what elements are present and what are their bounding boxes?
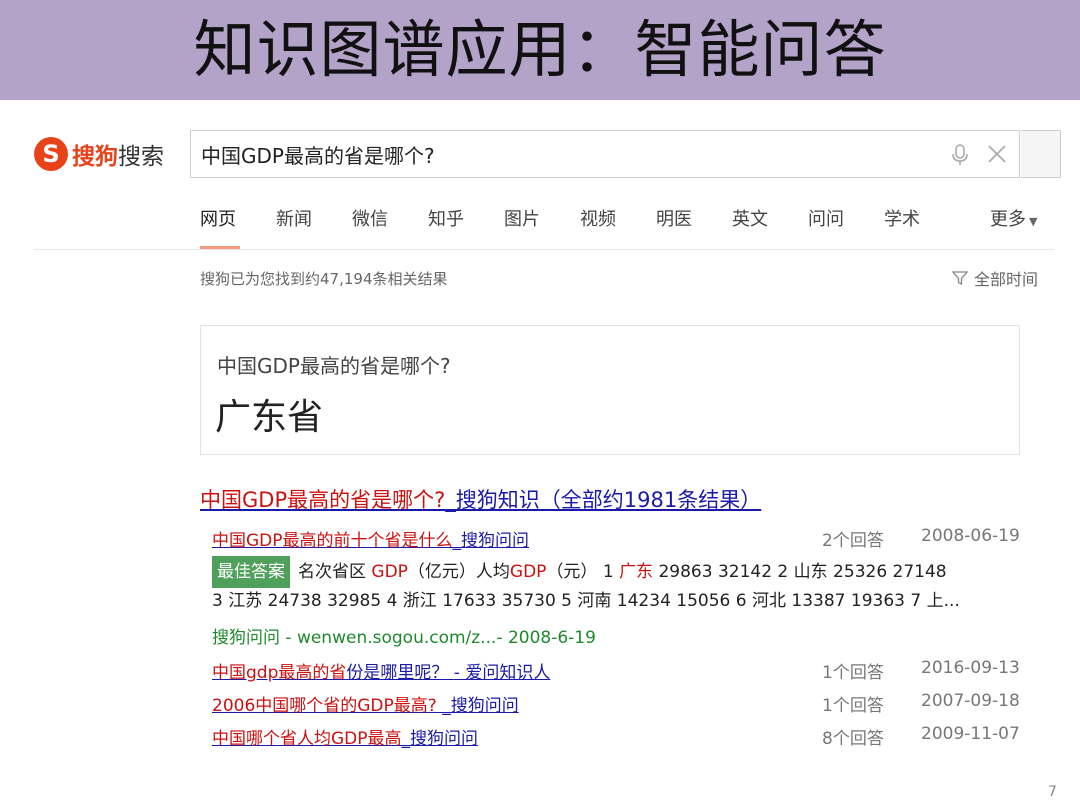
chevron-down-icon: ▼ [1029,215,1038,228]
search-input[interactable] [201,131,931,177]
sub-result-date: 2016-09-13 [921,658,1020,678]
answer-card: 中国GDP最高的省是哪个? 广东省 [200,325,1020,455]
sub-result-3: 2006中国哪个省的GDP最高? _搜狗问问 [212,691,519,716]
sogou-logo-text: 搜狗搜索 [72,144,164,170]
search-tabs: 网页 新闻 微信 知乎 图片 视频 明医 英文 问问 学术 [200,207,960,233]
slide-title: 知识图谱应用：智能问答 [193,13,887,86]
sub-result-link[interactable]: 中国GDP最高的前十个省是什么_搜狗问问 [212,531,529,551]
microphone-icon[interactable] [951,144,969,166]
sub-result-answer-count: 1个回答 [822,696,884,716]
result-count: 搜狗已为您找到约47,194条相关结果 [200,270,448,288]
main-result-link[interactable]: 中国GDP最高的省是哪个?_搜狗知识（全部约1981条结果） [200,484,761,514]
best-answer-snippet-line2: 3 江苏 24738 32985 4 浙江 17633 35730 5 河南 1… [212,591,960,611]
sub-result-date: 2008-06-19 [921,526,1020,546]
tab-video[interactable]: 视频 [580,207,616,233]
slide-title-bar: 知识图谱应用：智能问答 [0,0,1080,100]
tab-news[interactable]: 新闻 [276,207,312,233]
best-answer-badge: 最佳答案 [212,556,290,588]
best-answer-snippet: 最佳答案 名次省区 GDP（亿元）人均GDP（元） 1 广东 29863 3214… [212,556,947,588]
sub-result-4: 中国哪个省人均GDP最高_搜狗问问 [212,724,478,749]
funnel-icon [952,271,968,286]
search-box [190,130,1020,178]
tab-images[interactable]: 图片 [504,207,540,233]
sogou-logo[interactable]: S 搜狗搜索 [34,134,164,174]
tab-wenwen[interactable]: 问问 [808,207,844,233]
sub-result-1: 中国GDP最高的前十个省是什么_搜狗问问 [212,526,529,551]
tab-divider [34,249,1054,250]
close-icon[interactable] [986,143,1008,165]
sub-result-link[interactable]: 2006中国哪个省的GDP最高? _搜狗问问 [212,696,519,716]
search-button[interactable] [1021,130,1061,178]
tab-web[interactable]: 网页 [200,207,236,233]
sub-result-answer-count: 8个回答 [822,729,884,749]
tab-more[interactable]: 更多 ▼ [990,207,1037,235]
sub-result-answer-count: 2个回答 [822,531,884,551]
sogou-logo-icon: S [34,137,68,171]
sub-result-date: 2009-11-07 [921,724,1020,744]
tab-zhihu[interactable]: 知乎 [428,207,464,233]
tab-wechat[interactable]: 微信 [352,207,388,233]
page-number: 7 [1048,784,1057,800]
answer-text: 广东省 [215,397,324,438]
answer-question: 中国GDP最高的省是哪个? [217,354,451,378]
tab-english[interactable]: 英文 [732,207,768,233]
best-answer-source[interactable]: 搜狗问问 - wenwen.sogou.com/z...- 2008-6-19 [212,623,596,648]
sub-result-link[interactable]: 中国哪个省人均GDP最高_搜狗问问 [212,729,478,749]
sub-result-answer-count: 1个回答 [822,663,884,683]
sub-result-2: 中国gdp最高的省份是哪里呢？ - 爱问知识人 [212,658,550,683]
sub-result-link[interactable]: 中国gdp最高的省份是哪里呢？ - 爱问知识人 [212,663,550,683]
tab-more-label: 更多 [990,209,1026,230]
tab-scholar[interactable]: 学术 [884,207,920,233]
time-filter[interactable]: 全部时间 [952,266,1038,290]
time-filter-label: 全部时间 [974,270,1039,289]
tab-medical[interactable]: 明医 [656,207,692,233]
sub-result-date: 2007-09-18 [921,691,1020,711]
